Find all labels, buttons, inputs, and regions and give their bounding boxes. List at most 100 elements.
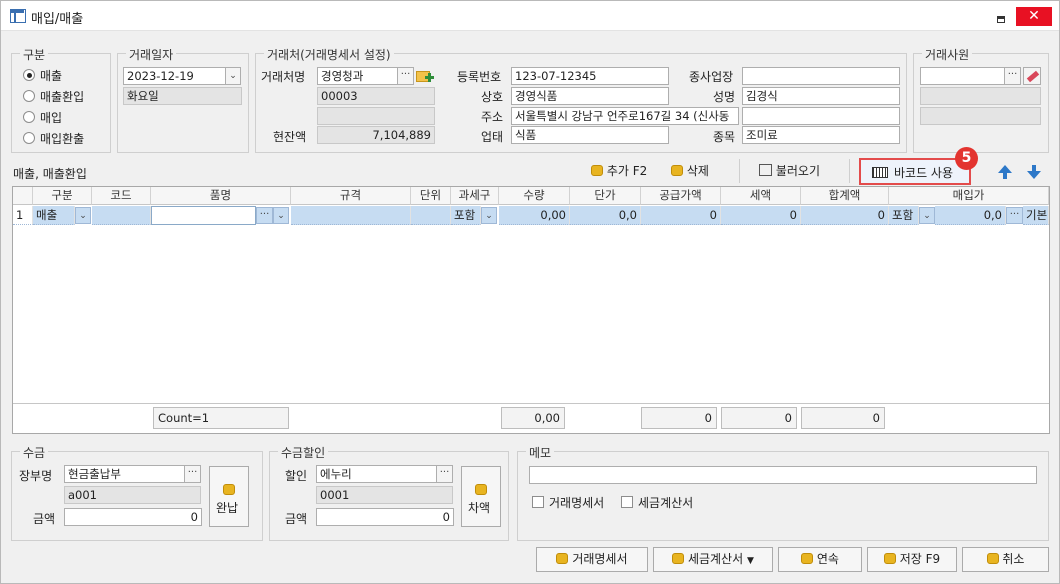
grid-header[interactable]: 품명 [151,187,291,205]
branch-field[interactable] [742,67,900,85]
footer-vat: 0 [721,407,797,429]
grid-header[interactable]: 과세구 [451,187,499,205]
row-unit[interactable] [411,206,451,225]
partner-search-button[interactable]: ··· [397,67,414,85]
save-button[interactable]: 저장 F9 [867,547,957,572]
receipt-amount-input[interactable]: 0 [64,508,202,526]
row-cost[interactable]: 0,0 [935,206,1006,225]
row-tax[interactable]: 포함 [451,206,481,225]
difference-button[interactable]: 차액 [461,466,501,527]
discount-label: 할인 [285,469,308,483]
date-input[interactable]: 2023-12-19 [123,67,226,85]
business-label: 업태 [481,130,504,144]
invoice-button[interactable]: 세금계산서 ▼ [653,547,773,572]
continue-button[interactable]: 연속 [778,547,862,572]
row-supply[interactable]: 0 [641,206,721,225]
window-title: 매입/매출 [31,12,84,27]
discount-amount-label: 금액 [285,512,308,526]
cancel-icon [986,553,999,564]
ledger-input[interactable]: 현금출납부 [64,465,185,483]
grid-footer-divider [13,403,1049,404]
date-dropdown[interactable]: ⌄ [225,67,241,85]
discount-input[interactable]: 에누리 [316,465,437,483]
load-button-label: 불러오기 [775,164,820,178]
row-name-dropdown[interactable]: ⌄ [273,207,289,224]
barcode-button-label: 바코드 사용 [894,166,954,180]
row-cost-search[interactable]: ··· [1006,207,1023,224]
grid-header[interactable]: 공급가액 [641,187,721,205]
statement-checkbox[interactable] [532,496,544,508]
company-field[interactable]: 경영식품 [511,87,669,105]
footer-total: 0 [801,407,885,429]
partner-name-input[interactable]: 경영청과 [317,67,398,85]
items-grid: 구분 코드 품명 규격 단위 과세구 수량 단가 공급가액 세액 합계액 매입가… [12,186,1050,434]
row-name-search[interactable]: ··· [256,207,273,224]
row-vat[interactable]: 0 [721,206,801,225]
regno-field[interactable]: 123-07-12345 [511,67,669,85]
radio-sales-return-label: 매출환입 [40,90,85,104]
move-down-icon[interactable] [1027,165,1041,179]
ledger-search-button[interactable]: ··· [184,465,201,483]
memo-input[interactable] [529,466,1037,484]
row-price[interactable]: 0,0 [570,206,641,225]
barcode-button[interactable]: 바코드 사용 [859,158,971,185]
row-name-input[interactable] [151,206,256,225]
maximize-button[interactable] [997,16,1005,23]
address-field[interactable]: 서울특별시 강남구 언주로167길 34 (신사동 [511,107,739,125]
close-button[interactable]: ✕ [1016,7,1052,26]
grid-header[interactable]: 단가 [570,187,641,205]
row-type-dropdown[interactable]: ⌄ [75,207,91,224]
address-detail-field[interactable] [742,107,900,125]
load-button[interactable]: 불러오기 [759,159,820,183]
grid-header[interactable]: 코드 [92,187,151,205]
grid-header[interactable]: 세액 [721,187,801,205]
item-field[interactable]: 조미료 [742,126,900,144]
row-qty[interactable]: 0,00 [499,206,570,225]
chevron-down-icon[interactable]: ▼ [747,556,754,566]
row-total[interactable]: 0 [801,206,889,225]
row-type[interactable]: 매출 [33,206,75,225]
complete-payment-button[interactable]: 완납 [209,466,249,527]
load-icon [759,164,772,176]
discount-amount-input[interactable]: 0 [316,508,454,526]
grid-header[interactable]: 매입가 [889,187,1049,205]
grid-header[interactable]: 구분 [33,187,92,205]
row-extra[interactable]: 기본 [1023,206,1049,225]
staff-search-button[interactable]: ··· [1004,67,1021,85]
radio-purchase-return-label: 매입환출 [40,132,85,146]
date-group-title: 거래일자 [126,46,177,63]
staff-field-3 [920,107,1041,125]
statement-button-label: 거래명세서 [572,552,628,566]
row-tax-dropdown[interactable]: ⌄ [481,207,497,224]
grid-header[interactable]: 합계액 [801,187,889,205]
add-button[interactable]: 추가 F2 [591,159,647,183]
row-tax2-dropdown[interactable]: ⌄ [919,207,935,224]
row-spec[interactable] [291,206,411,225]
receipt-amount-label: 금액 [33,512,56,526]
type-group-title: 구분 [20,46,49,63]
radio-purchase-return[interactable] [23,132,35,144]
radio-sales-return[interactable] [23,90,35,102]
grid-header[interactable]: 규격 [291,187,411,205]
cancel-button[interactable]: 취소 [962,547,1049,572]
folder-add-icon[interactable] [416,68,434,84]
delete-button[interactable]: 삭제 [671,159,709,183]
eraser-icon[interactable] [1023,67,1041,85]
move-up-icon[interactable] [998,165,1012,179]
discount-search-button[interactable]: ··· [436,465,453,483]
partner-extra-field [317,107,435,125]
business-field[interactable]: 식품 [511,126,669,144]
owner-field[interactable]: 김경식 [742,87,900,105]
radio-purchase[interactable] [23,111,35,123]
grid-header[interactable]: 수량 [499,187,570,205]
branch-label: 종사업장 [689,70,734,84]
row-tax2[interactable]: 포함 [889,206,919,225]
radio-sales[interactable] [23,69,35,81]
staff-input[interactable] [920,67,1005,85]
statement-button[interactable]: 거래명세서 [536,547,648,572]
invoice-button-label: 세금계산서 [687,552,744,566]
grid-header[interactable]: 단위 [411,187,451,205]
row-code[interactable] [92,206,151,225]
section-label: 매출, 매출환입 [13,167,87,181]
invoice-checkbox[interactable] [621,496,633,508]
